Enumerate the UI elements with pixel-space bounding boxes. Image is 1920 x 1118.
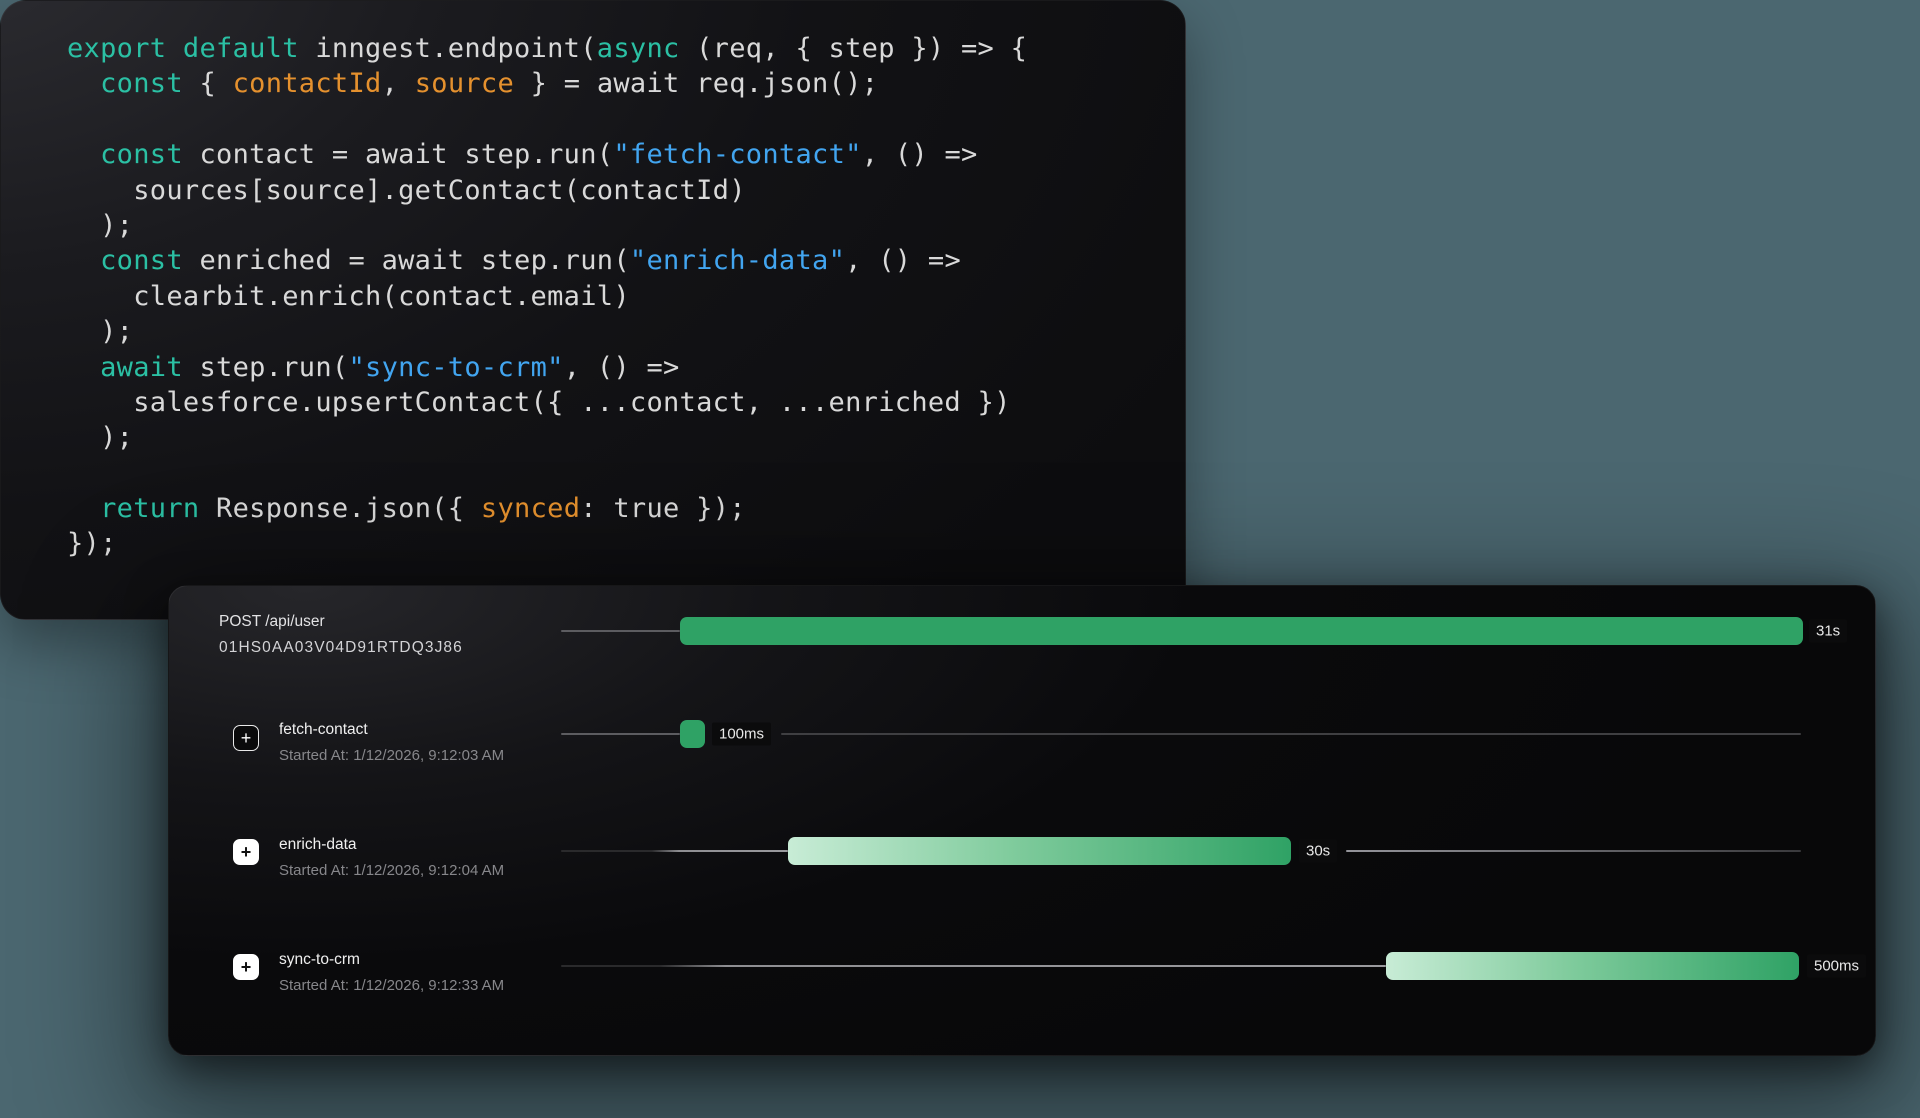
timeline-connector — [1346, 850, 1801, 852]
trace-panel: POST /api/user 01HS0AA03V04D91RTDQ3J86 3… — [168, 585, 1876, 1056]
code-block: export default inngest.endpoint(async (r… — [67, 31, 1027, 562]
timeline-bar-fetch-contact[interactable] — [680, 720, 705, 748]
timeline-connector — [561, 965, 1386, 967]
duration-label: 30s — [1299, 840, 1337, 863]
step-title: enrich-data — [279, 836, 357, 854]
timeline-connector — [561, 850, 788, 852]
timeline-bar-sync-to-crm[interactable] — [1386, 952, 1799, 980]
code-panel: export default inngest.endpoint(async (r… — [0, 0, 1186, 620]
step-title: fetch-contact — [279, 721, 368, 739]
duration-label: 31s — [1809, 620, 1847, 643]
timeline-bar-root[interactable] — [680, 617, 1803, 645]
timeline-connector — [781, 733, 1801, 735]
duration-label: 500ms — [1807, 955, 1866, 978]
expand-button[interactable]: + — [233, 839, 259, 865]
step-started-at: Started At: 1/12/2026, 9:12:33 AM — [279, 977, 504, 994]
timeline-connector — [561, 630, 680, 632]
duration-label: 100ms — [712, 723, 771, 746]
step-started-at: Started At: 1/12/2026, 9:12:04 AM — [279, 862, 504, 879]
request-run-id: 01HS0AA03V04D91RTDQ3J86 — [219, 639, 463, 657]
expand-button[interactable]: + — [233, 725, 259, 751]
plus-icon: + — [241, 958, 252, 976]
plus-icon: + — [241, 729, 252, 747]
step-started-at: Started At: 1/12/2026, 9:12:03 AM — [279, 747, 504, 764]
plus-icon: + — [241, 843, 252, 861]
timeline-connector — [561, 733, 680, 735]
expand-button[interactable]: + — [233, 954, 259, 980]
timeline-bar-enrich-data[interactable] — [788, 837, 1291, 865]
request-method: POST /api/user — [219, 613, 325, 631]
page: export default inngest.endpoint(async (r… — [0, 0, 1920, 1118]
step-title: sync-to-crm — [279, 951, 360, 969]
